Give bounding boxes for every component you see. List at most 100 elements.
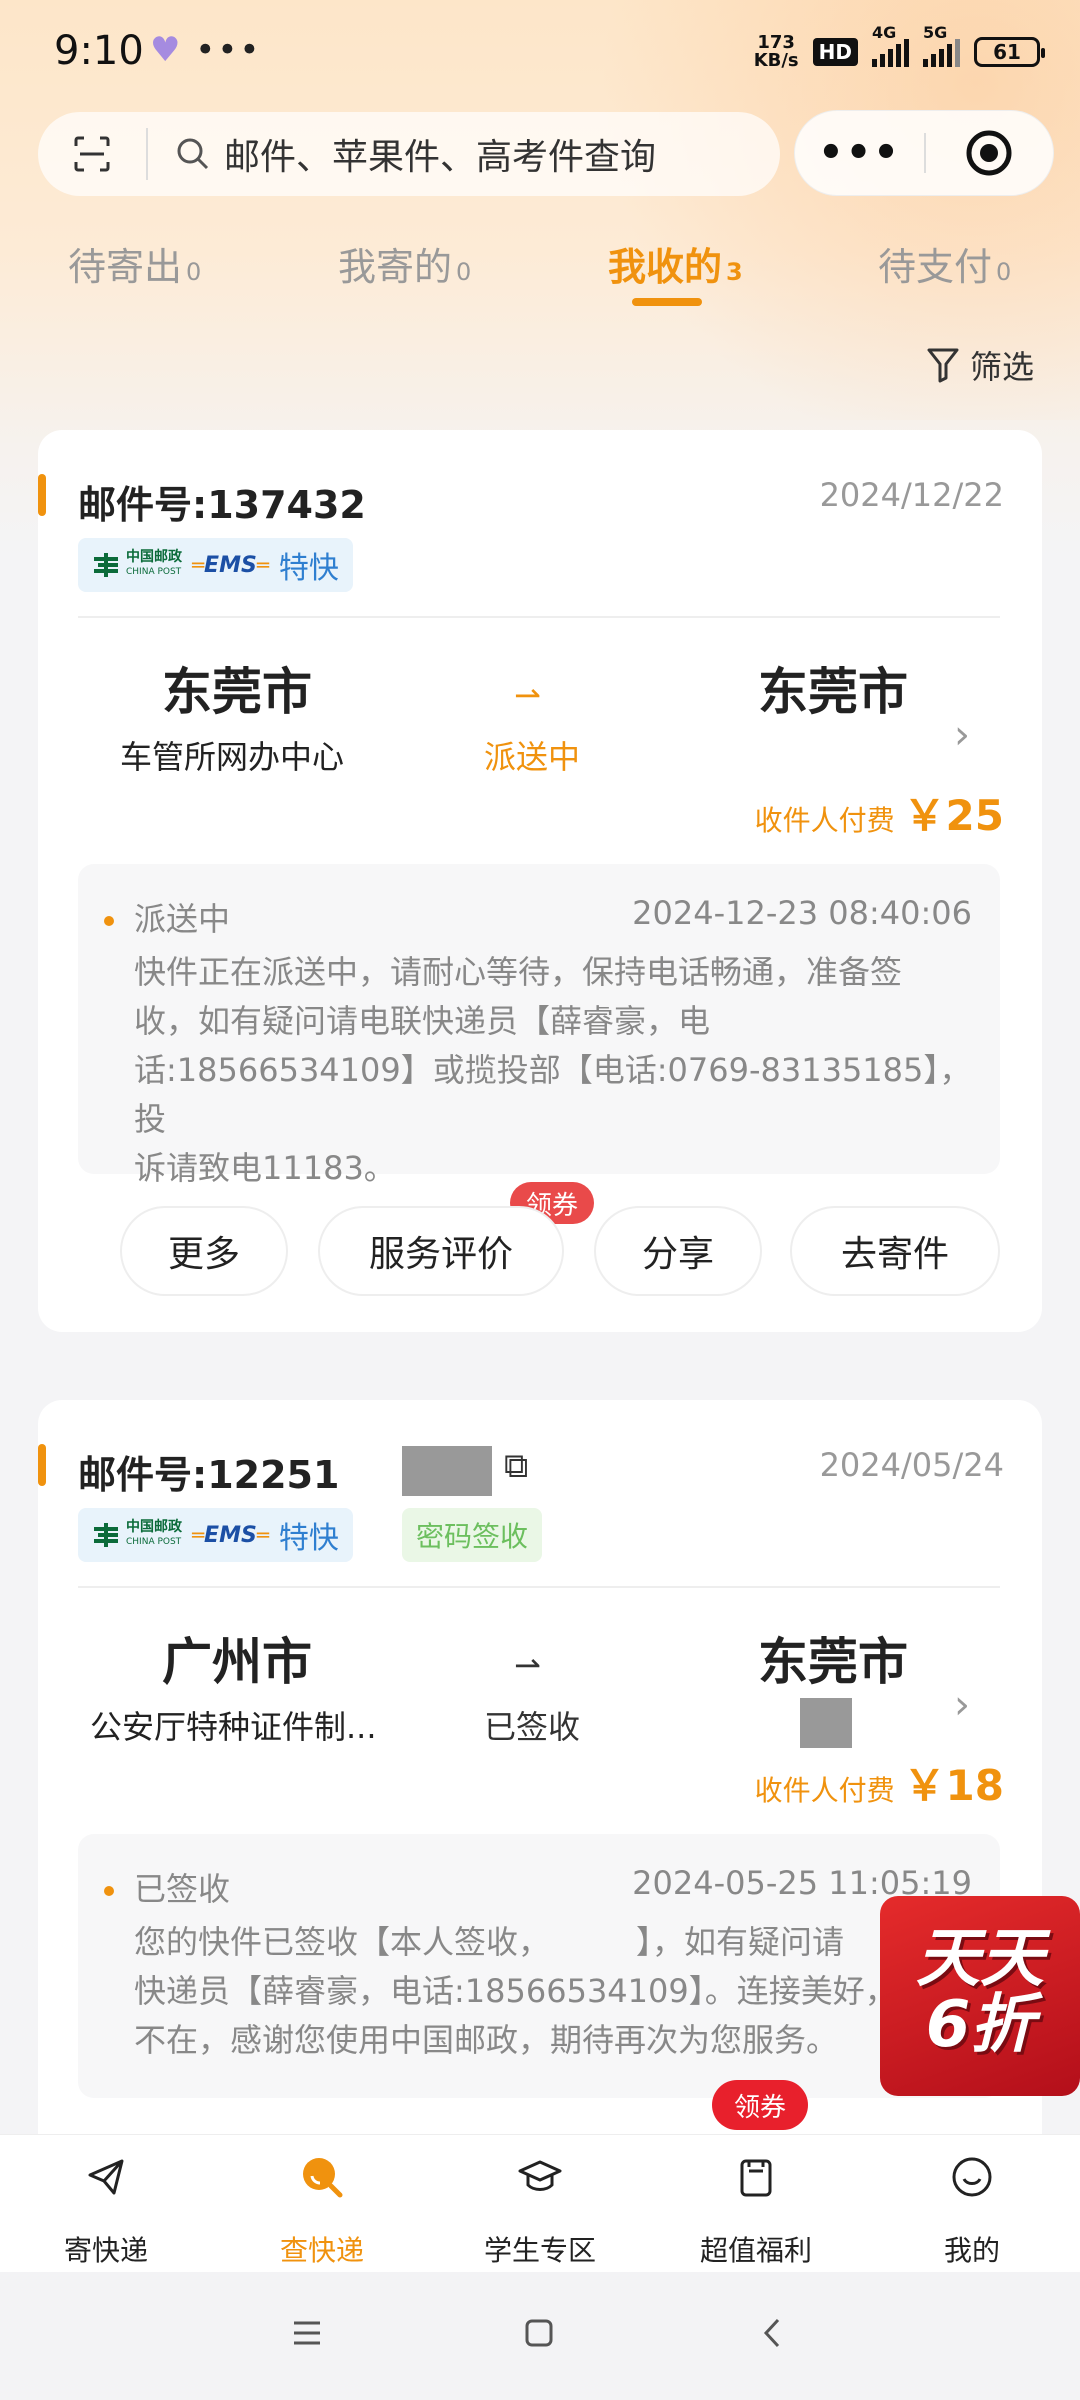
tab-count: 3: [726, 258, 743, 286]
ems-text: EMS: [204, 1522, 257, 1548]
pay-amount: ￥18: [903, 1761, 1004, 1810]
more-options-button[interactable]: •••: [795, 133, 924, 173]
search-express-icon: [303, 2158, 343, 2198]
promo-line2: 6折: [925, 1988, 1035, 2062]
card-accent-bar: [38, 474, 46, 516]
nav-mine[interactable]: 我的: [872, 2135, 1072, 2273]
menu-icon[interactable]: [290, 2318, 324, 2348]
track-line: 收，如有疑问请电联快递员【薛睿豪，电: [134, 1002, 711, 1040]
track-line-part: 您的快件已签收【本人签收，: [134, 1923, 551, 1961]
china-post-icon: [94, 1523, 118, 1547]
tab-count: 0: [186, 258, 202, 286]
tab-label: 我收的: [608, 245, 723, 289]
tab-count: 0: [996, 258, 1012, 286]
nav-label: 寄快递: [63, 2234, 148, 2267]
tab-to-send[interactable]: 待寄出 0: [68, 236, 201, 291]
cp-cn: 中国邮政: [126, 1519, 182, 1535]
scan-icon: [74, 136, 110, 172]
track-description: 快件正在派送中，请耐心等待，保持电话畅通，准备签 收，如有疑问请电联快递员【薛睿…: [134, 948, 984, 1193]
back-icon[interactable]: [760, 2316, 784, 2350]
filter-button[interactable]: 筛选: [926, 342, 1034, 388]
nav-track-express[interactable]: 查快递: [222, 2135, 422, 2273]
parcel-card[interactable]: 邮件号:137432 2024/12/22 中国邮政 CHINA POST ═EM…: [38, 430, 1042, 1332]
track-line: 话:18566534109】或揽投部【电话:0769-83135185】，投: [134, 1051, 972, 1138]
go-send-button[interactable]: 去寄件: [790, 1206, 1000, 1296]
net-5g-label: 5G: [923, 23, 948, 42]
service-badge: 中国邮政 CHINA POST ═EMS═ 特快: [78, 538, 353, 592]
close-miniapp-button[interactable]: [926, 128, 1053, 178]
track-status: 派送中: [134, 900, 231, 938]
tracking-panel[interactable]: 派送中 2024-12-23 08:40:06 快件正在派送中，请耐心等待，保持…: [78, 864, 1000, 1187]
to-city: 东莞市: [758, 1633, 908, 1691]
china-post-logo: 中国邮政 CHINA POST: [92, 550, 182, 580]
tab-label: 我寄的: [338, 245, 453, 289]
coupon-bag-icon: [740, 2159, 772, 2197]
battery-icon: 61: [974, 37, 1045, 67]
payment-info: 收件人付费 ￥18: [755, 1752, 1004, 1813]
nav-send-express[interactable]: 寄快递: [6, 2135, 206, 2273]
hd-icon: HD: [812, 38, 858, 66]
copy-icon[interactable]: ⧉: [504, 1446, 528, 1486]
chevron-right-icon[interactable]: ›: [954, 712, 970, 758]
nav-label: 查快递: [279, 2234, 364, 2267]
tab-count: 0: [456, 258, 472, 286]
china-post-icon: [94, 553, 118, 577]
scan-button[interactable]: [38, 128, 148, 180]
net-4g-label: 4G: [872, 23, 897, 42]
rate-service-button[interactable]: 服务评价: [318, 1206, 564, 1296]
more-button[interactable]: 更多: [120, 1206, 288, 1296]
parcel-status: 派送中: [484, 738, 581, 776]
track-time: 2024-12-23 08:40:06: [632, 894, 972, 932]
from-city: 东莞市: [162, 663, 312, 721]
signal-5g-icon: 5G: [923, 23, 960, 67]
search-bar[interactable]: 邮件、苹果件、高考件查询: [38, 112, 780, 196]
china-post-text: 中国邮政 CHINA POST: [126, 550, 182, 580]
share-button[interactable]: 分享: [594, 1206, 762, 1296]
system-nav-bar: [0, 2272, 1080, 2400]
redacted-block: [402, 1446, 492, 1496]
card-divider: [78, 616, 1000, 618]
nav-coupon-badge[interactable]: 领券: [712, 2080, 809, 2130]
to-city: 东莞市: [758, 663, 908, 721]
filter-label: 筛选: [970, 348, 1035, 386]
tracking-panel[interactable]: 已签收 2024-05-25 11:05:19 您的快件已签收【本人签收， 】，如…: [78, 1834, 1000, 2098]
track-line: 快件正在派送中，请耐心等待，保持电话畅通，准备签: [134, 953, 903, 991]
route-arrow-icon: ⇀: [514, 676, 541, 714]
status-notification-icons: ♥ •••: [150, 30, 262, 70]
pay-label: 收件人付费: [754, 804, 895, 837]
graduation-cap-icon: [518, 2160, 562, 2191]
ems-text: EMS: [204, 552, 257, 578]
tab-to-pay[interactable]: 待支付 0: [878, 236, 1011, 291]
china-post-logo: 中国邮政 CHINA POST: [92, 1520, 182, 1550]
tab-sent[interactable]: 我寄的 0: [338, 236, 471, 291]
nav-label: 超值福利: [699, 2234, 812, 2267]
promo-float-banner[interactable]: 天天 6折: [880, 1896, 1080, 2096]
service-type: 特快: [278, 1521, 339, 1556]
track-line: 您的快件已签收【本人签收， 】，如有疑问请: [134, 1918, 984, 1967]
service-type: 特快: [278, 551, 339, 586]
record-icon: [966, 130, 1012, 176]
parcel-date: 2024/12/22: [819, 476, 1004, 514]
tab-label: 待寄出: [68, 245, 183, 289]
ems-logo: ═EMS═: [192, 1522, 269, 1548]
home-icon[interactable]: [522, 2316, 556, 2350]
miniapp-capsule: •••: [794, 110, 1054, 196]
search-input[interactable]: 邮件、苹果件、高考件查询: [224, 128, 656, 180]
filter-icon: [927, 348, 959, 383]
password-sign-badge: 密码签收: [402, 1508, 543, 1562]
card-divider: [78, 1586, 1000, 1588]
chevron-right-icon[interactable]: ›: [954, 1682, 970, 1728]
cp-cn: 中国邮政: [126, 549, 182, 565]
search-icon: [177, 138, 209, 170]
promo-line1: 天天: [916, 1922, 1044, 1996]
parcel-status: 已签收: [484, 1708, 581, 1746]
nav-benefits[interactable]: 超值福利: [656, 2135, 856, 2273]
redacted-block: [800, 1698, 852, 1748]
cp-en: CHINA POST: [126, 1537, 182, 1547]
from-address: 车管所网办中心: [120, 738, 345, 776]
tab-indicator: [632, 298, 702, 306]
payment-info: 收件人付费 ￥25: [755, 782, 1004, 843]
status-right-icons: 173 KB/s HD 4G 5G 61: [754, 23, 1045, 70]
nav-student-zone[interactable]: 学生专区: [440, 2135, 640, 2273]
tab-received[interactable]: 我收的 3: [608, 236, 743, 291]
